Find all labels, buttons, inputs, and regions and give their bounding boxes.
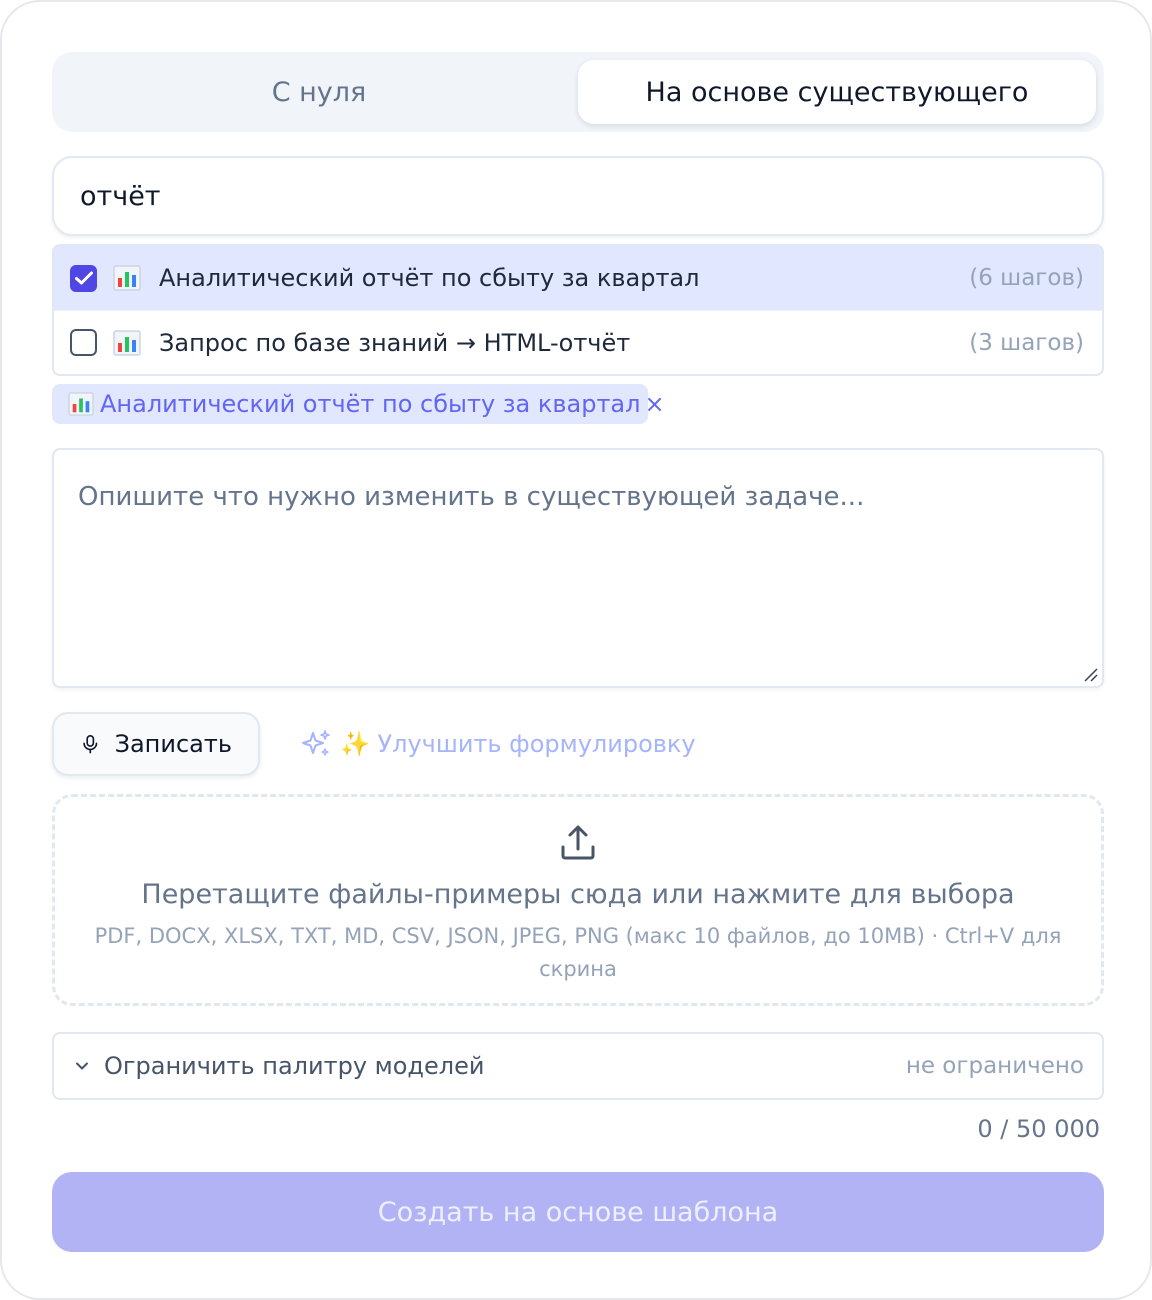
checkmark-icon [74, 271, 93, 285]
bar-chart-icon [113, 265, 141, 291]
model-palette-label: Ограничить палитру моделей [104, 1052, 485, 1080]
template-search-input[interactable] [80, 180, 1076, 212]
sparkles-icon [302, 730, 330, 756]
record-button-label: Записать [114, 730, 232, 758]
dropzone-title: Перетащите файлы-примеры сюда или нажмит… [141, 879, 1015, 910]
template-result-row[interactable]: Запрос по базе знаний → HTML-отчёт (3 ша… [54, 310, 1102, 374]
template-result-steps: (6 шагов) [969, 265, 1084, 291]
tab-based-on-existing[interactable]: На основе существующего [578, 60, 1096, 124]
remove-template-button[interactable]: × [640, 390, 668, 418]
template-result-row[interactable]: Аналитический отчёт по сбыту за квартал … [54, 246, 1102, 310]
improve-wording-button[interactable]: ✨ Улучшить формулировку [300, 726, 696, 762]
bar-chart-icon [68, 392, 94, 416]
description-textarea[interactable] [54, 450, 1102, 686]
template-results-list: Аналитический отчёт по сбыту за квартал … [52, 244, 1104, 376]
template-result-steps: (3 шагов) [969, 329, 1084, 356]
model-palette-status: не ограничено [905, 1053, 1084, 1079]
mode-tabs: С нуля На основе существующего [52, 52, 1104, 132]
checkbox-checked[interactable] [70, 264, 97, 292]
template-result-label: Аналитический отчёт по сбыту за квартал [159, 264, 700, 292]
model-palette-toggle[interactable]: Ограничить палитру моделей не ограничено [52, 1032, 1104, 1100]
chevron-down-icon [76, 1062, 88, 1070]
create-from-template-button[interactable]: Создать на основе шаблона [52, 1172, 1104, 1252]
template-result-label: Запрос по базе знаний → HTML-отчёт [159, 328, 631, 357]
upload-icon [561, 825, 595, 860]
microphone-icon [83, 734, 98, 754]
create-task-panel: С нуля На основе существующего Аналитиче… [0, 0, 1152, 1300]
selected-template-label: Аналитический отчёт по сбыту за квартал [100, 390, 641, 418]
template-search [52, 156, 1104, 236]
bar-chart-icon [113, 329, 141, 356]
resize-handle-icon[interactable] [1082, 666, 1098, 682]
checkbox-unchecked[interactable] [70, 329, 97, 356]
description-field [52, 448, 1104, 688]
dropzone-hint: PDF, DOCX, XLSX, TXT, MD, CSV, JSON, JPE… [94, 924, 1062, 981]
tab-from-scratch[interactable]: С нуля [60, 60, 578, 124]
file-dropzone[interactable]: Перетащите файлы-примеры сюда или нажмит… [52, 794, 1104, 1006]
selected-template-chip: Аналитический отчёт по сбыту за квартал … [52, 384, 665, 424]
char-counter: 0 / 50 000 [977, 1115, 1100, 1143]
improve-wording-label: ✨ Улучшить формулировку [340, 730, 696, 758]
record-button[interactable]: Записать [52, 712, 260, 776]
